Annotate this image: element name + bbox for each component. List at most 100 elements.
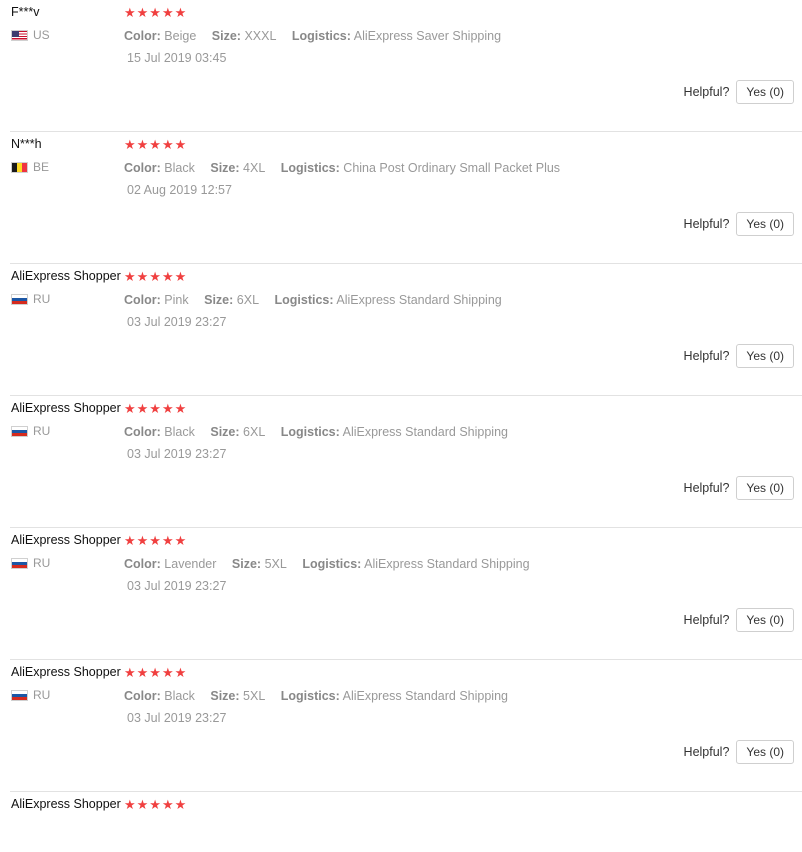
helpful-section: Helpful? Yes (0) [684, 740, 794, 764]
review-list: F***v US ★★★★★ Color: Beige Size: XXXL L… [0, 0, 802, 852]
reviewer-country: RU [11, 556, 50, 570]
color-value: Black [164, 425, 195, 439]
country-code: RU [33, 688, 51, 702]
size-label: Size: [231, 557, 262, 571]
review-item: AliExpress Shopper RU ★★★★★ Color: Pink … [10, 264, 802, 396]
country-code: RU [33, 556, 51, 570]
logistics-label: Logistics: [291, 29, 351, 43]
ru-flag-icon [11, 425, 28, 437]
logistics-value: AliExpress Standard Shipping [342, 425, 508, 439]
size-label: Size: [211, 29, 241, 43]
color-value: Lavender [164, 557, 217, 571]
size-value: 5XL [264, 557, 287, 571]
ru-flag-icon [11, 557, 28, 569]
logistics-value: AliExpress Standard Shipping [364, 557, 530, 571]
helpful-yes-button[interactable]: Yes (0) [736, 212, 794, 236]
reviewer-country: RU [11, 292, 50, 306]
reviewer-name: AliExpress Shopper [11, 797, 121, 811]
be-flag-icon [11, 161, 28, 173]
helpful-section: Helpful? Yes (0) [684, 476, 794, 500]
reviewer-country: RU [11, 688, 50, 702]
star-rating: ★★★★★ [124, 798, 188, 813]
reviewer-name: AliExpress Shopper [11, 533, 121, 547]
reviewer-name: AliExpress Shopper [11, 665, 121, 679]
size-value: 5XL [243, 689, 266, 703]
reviewer-country: RU [11, 424, 50, 438]
review-date: 03 Jul 2019 23:27 [127, 579, 227, 593]
size-value: 6XL [236, 293, 260, 307]
logistics-label: Logistics: [274, 293, 334, 307]
size-value: 4XL [243, 161, 266, 175]
size-label: Size: [210, 425, 240, 439]
color-value: Black [164, 161, 195, 175]
us-flag-icon [11, 29, 28, 41]
star-rating: ★★★★★ [124, 270, 188, 285]
review-attributes: Color: Black Size: 4XL Logistics: China … [124, 161, 560, 175]
ru-flag-icon [11, 689, 28, 701]
helpful-yes-button[interactable]: Yes (0) [736, 344, 794, 368]
helpful-label: Helpful? [683, 613, 730, 627]
helpful-yes-button[interactable]: Yes (0) [736, 476, 794, 500]
reviewer-name: F***v [11, 5, 40, 19]
star-rating: ★★★★★ [124, 6, 188, 21]
color-label: Color: [124, 689, 161, 703]
size-value: XXXL [244, 29, 277, 43]
color-label: Color: [124, 161, 161, 175]
review-attributes: Color: Black Size: 5XL Logistics: AliExp… [124, 689, 508, 703]
review-item: AliExpress Shopper RU ★★★★★ Color: Black… [10, 660, 802, 792]
logistics-label: Logistics: [280, 161, 340, 175]
review-item: AliExpress Shopper RU ★★★★★ Color: Black… [10, 396, 802, 528]
color-value: Black [164, 689, 195, 703]
review-attributes: Color: Black Size: 6XL Logistics: AliExp… [124, 425, 508, 439]
helpful-yes-button[interactable]: Yes (0) [736, 80, 794, 104]
review-date: 03 Jul 2019 23:27 [127, 711, 227, 725]
size-value: 6XL [243, 425, 266, 439]
helpful-yes-button[interactable]: Yes (0) [736, 740, 794, 764]
review-attributes: Color: Pink Size: 6XL Logistics: AliExpr… [124, 293, 502, 307]
review-item: N***h BE ★★★★★ Color: Black Size: 4XL Lo… [10, 132, 802, 264]
review-item: F***v US ★★★★★ Color: Beige Size: XXXL L… [10, 0, 802, 132]
helpful-label: Helpful? [683, 85, 730, 99]
color-label: Color: [124, 425, 161, 439]
logistics-value: China Post Ordinary Small Packet Plus [343, 161, 561, 175]
helpful-label: Helpful? [683, 217, 730, 231]
size-label: Size: [204, 293, 234, 307]
review-item: AliExpress Shopper RU ★★★★★ Color: Laven… [10, 528, 802, 660]
reviewer-country: BE [11, 160, 49, 174]
size-label: Size: [210, 161, 240, 175]
star-rating: ★★★★★ [124, 534, 188, 549]
logistics-label: Logistics: [280, 689, 340, 703]
logistics-value: AliExpress Standard Shipping [342, 689, 508, 703]
country-code: US [33, 28, 50, 42]
review-attributes: Color: Beige Size: XXXL Logistics: AliEx… [124, 29, 501, 43]
logistics-label: Logistics: [302, 557, 362, 571]
review-item: AliExpress Shopper ★★★★★ [10, 792, 802, 852]
ru-flag-icon [11, 293, 28, 305]
color-label: Color: [124, 293, 161, 307]
helpful-section: Helpful? Yes (0) [684, 344, 794, 368]
country-code: RU [33, 292, 51, 306]
review-date: 15 Jul 2019 03:45 [127, 51, 227, 65]
star-rating: ★★★★★ [124, 138, 188, 153]
country-code: RU [33, 424, 51, 438]
size-label: Size: [210, 689, 240, 703]
review-date: 02 Aug 2019 12:57 [127, 183, 232, 197]
helpful-section: Helpful? Yes (0) [684, 80, 794, 104]
logistics-value: AliExpress Saver Shipping [353, 29, 502, 43]
helpful-label: Helpful? [683, 745, 730, 759]
helpful-yes-button[interactable]: Yes (0) [736, 608, 794, 632]
review-date: 03 Jul 2019 23:27 [127, 447, 227, 461]
helpful-label: Helpful? [683, 349, 730, 363]
star-rating: ★★★★★ [124, 402, 188, 417]
logistics-label: Logistics: [280, 425, 340, 439]
reviewer-name: AliExpress Shopper [11, 269, 121, 283]
reviewer-name: N***h [11, 137, 42, 151]
reviewer-name: AliExpress Shopper [11, 401, 121, 415]
helpful-label: Helpful? [683, 481, 730, 495]
country-code: BE [33, 160, 50, 174]
color-label: Color: [124, 29, 161, 43]
review-date: 03 Jul 2019 23:27 [127, 315, 227, 329]
color-label: Color: [124, 557, 161, 571]
star-rating: ★★★★★ [124, 666, 188, 681]
helpful-section: Helpful? Yes (0) [684, 608, 794, 632]
